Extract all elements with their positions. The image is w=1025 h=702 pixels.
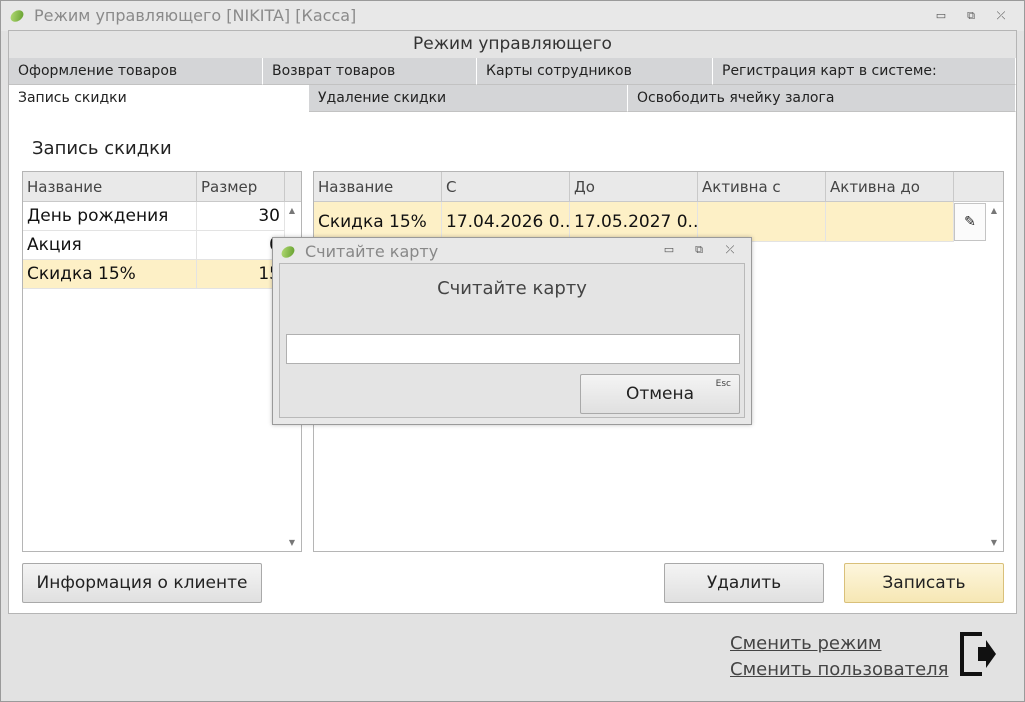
record-active-from (698, 202, 826, 241)
record-name: Скидка 15% (314, 202, 442, 241)
discounts-table: Название Размер День рождения 30 Акция 0… (22, 171, 302, 552)
restore-icon[interactable]: ⧉ (689, 241, 709, 259)
restore-icon[interactable]: ⧉ (961, 7, 981, 25)
tab-goods-return[interactable]: Возврат товаров (263, 58, 477, 85)
scroll-up-arrow-icon[interactable]: ▲ (987, 206, 1001, 215)
discount-name: Акция (23, 231, 197, 259)
tab-employee-cards[interactable]: Карты сотрудников (477, 58, 713, 85)
edit-button[interactable]: ✎ (954, 203, 986, 241)
close-icon[interactable]: ⤫ (991, 7, 1011, 25)
save-button[interactable]: Записать (844, 563, 1004, 603)
column-header-active-to[interactable]: Активна до (826, 172, 954, 202)
record-from: 17.04.2026 0... (442, 202, 570, 241)
tab-free-deposit-cell[interactable]: Освободить ячейку залога (628, 85, 1016, 112)
cancel-label: Отмена (625, 384, 695, 404)
discounts-table-header: Название Размер (23, 172, 301, 202)
dialog-title: Считайте карту (305, 242, 439, 261)
discount-name: Скидка 15% (23, 260, 197, 288)
dialog-heading: Считайте карту (437, 278, 587, 299)
section-title: Запись скидки (32, 138, 172, 159)
window-title: Режим управляющего [NIKITA] [Касса] (34, 6, 357, 25)
app-leaf-icon (8, 7, 26, 25)
esc-shortcut-hint: Esc (715, 379, 731, 389)
tab-write-discount[interactable]: Запись скидки (9, 85, 309, 112)
table-row-selected[interactable]: Скидка 15% 15 (23, 260, 285, 289)
table-row-selected[interactable]: Скидка 15% 17.04.2026 0... 17.05.2027 0.… (314, 202, 954, 242)
scroll-down-arrow-icon[interactable]: ▼ (285, 538, 299, 547)
table-row[interactable]: Акция 0 (23, 231, 285, 260)
cancel-button[interactable]: Отмена Esc (580, 374, 740, 414)
change-mode-link[interactable]: Сменить режим (730, 633, 882, 654)
title-bar[interactable]: Режим управляющего [NIKITA] [Касса] ▭ ⧉ … (1, 1, 1024, 31)
column-header-from[interactable]: С (442, 172, 570, 202)
column-header-name[interactable]: Название (23, 172, 197, 202)
tab-delete-discount[interactable]: Удаление скидки (309, 85, 628, 112)
column-header-to[interactable]: До (570, 172, 698, 202)
discount-name: День рождения (23, 202, 197, 230)
table-row[interactable]: День рождения 30 (23, 202, 285, 231)
column-header-size[interactable]: Размер (197, 172, 285, 202)
minimize-icon[interactable]: ▭ (931, 7, 951, 25)
client-info-button[interactable]: Информация о клиенте (22, 563, 262, 603)
column-header-active-from[interactable]: Активна с (698, 172, 826, 202)
app-leaf-icon (279, 243, 297, 261)
scroll-down-arrow-icon[interactable]: ▼ (987, 538, 1001, 547)
record-active-to (826, 202, 954, 241)
read-card-dialog: Считайте карту ▭ ⧉ ⤫ Считайте карту Отме… (272, 237, 752, 425)
page-title: Режим управляющего (9, 31, 1016, 58)
pencil-icon: ✎ (964, 214, 976, 230)
delete-button[interactable]: Удалить (664, 563, 824, 603)
record-to: 17.05.2027 0... (570, 202, 698, 241)
exit-icon[interactable] (958, 630, 998, 678)
tab-card-registration[interactable]: Регистрация карт в системе: (713, 58, 1016, 85)
dialog-body: Считайте карту Отмена Esc (279, 263, 745, 418)
discount-size: 30 (197, 202, 285, 230)
column-header-name[interactable]: Название (314, 172, 442, 202)
minimize-icon[interactable]: ▭ (659, 241, 679, 259)
change-user-link[interactable]: Сменить пользователя (730, 659, 949, 680)
card-number-input[interactable] (286, 334, 740, 364)
close-icon[interactable]: ⤫ (720, 241, 740, 259)
tab-row-1: Оформление товаров Возврат товаров Карты… (9, 58, 1016, 85)
scroll-up-arrow-icon[interactable]: ▲ (285, 206, 299, 215)
records-table-header: Название С До Активна с Активна до (314, 172, 1003, 202)
tab-row-2: Запись скидки Удаление скидки Освободить… (9, 85, 1016, 112)
tab-goods-checkout[interactable]: Оформление товаров (9, 58, 263, 85)
